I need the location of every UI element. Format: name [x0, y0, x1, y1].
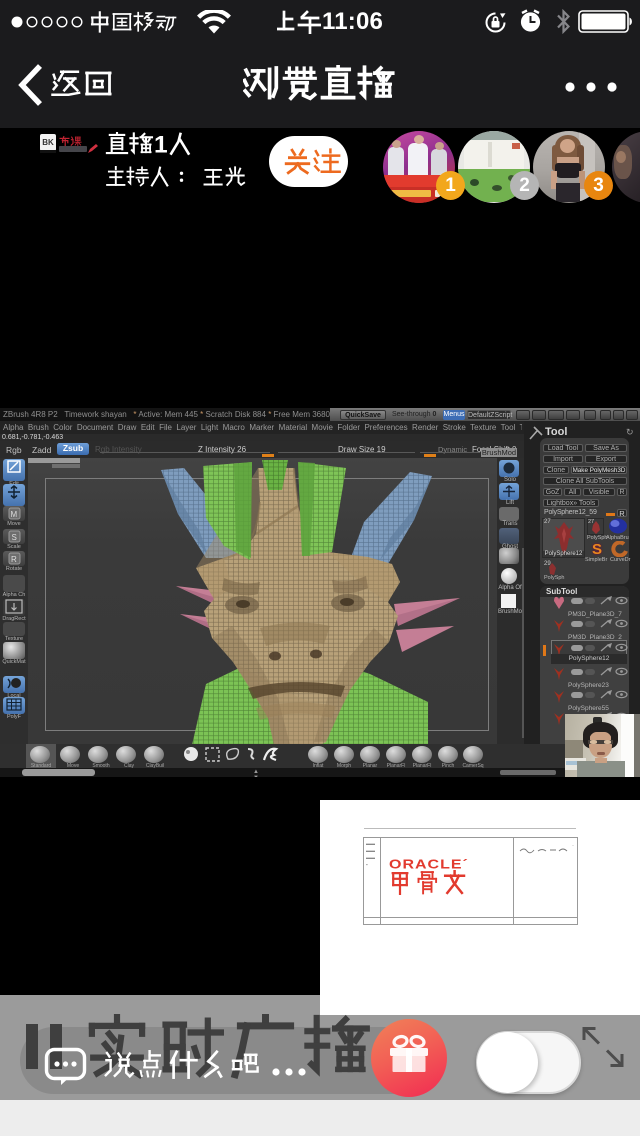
svg-text:S: S [12, 533, 17, 542]
svg-text:R: R [11, 555, 17, 564]
svg-text:M: M [11, 510, 18, 519]
svg-text:1: 1 [154, 132, 168, 158]
